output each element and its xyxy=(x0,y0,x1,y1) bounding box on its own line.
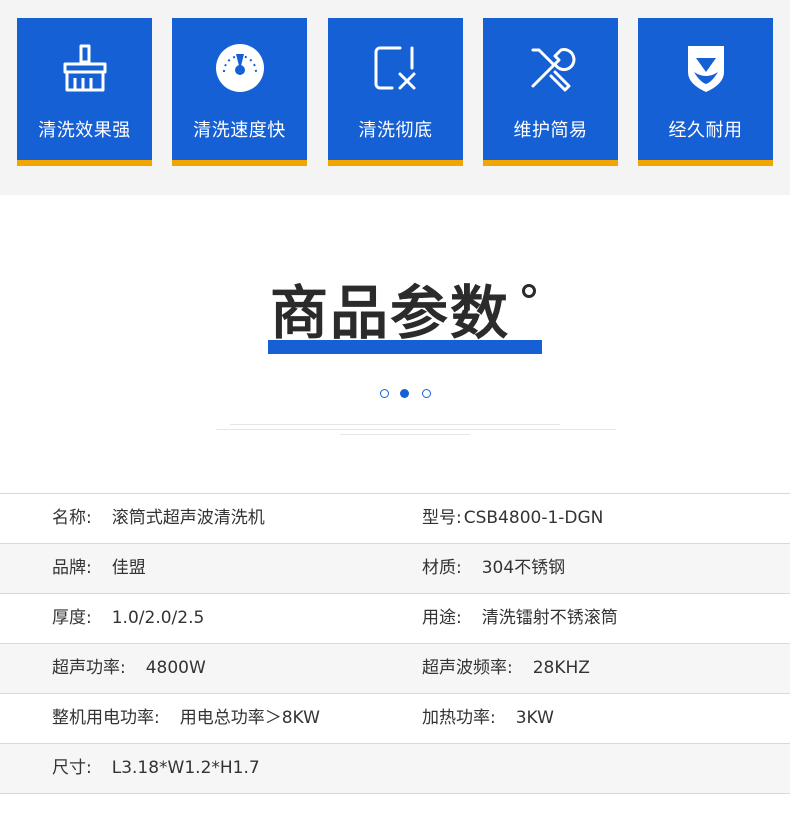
spec-cell: 名称: 滚筒式超声波清洗机 xyxy=(52,494,265,543)
table-row: 超声功率: 4800W 超声波频率: 28KHZ xyxy=(0,644,790,694)
title-ring-decoration xyxy=(522,284,536,298)
decorative-line xyxy=(216,429,616,430)
spec-cell: 用途: 清洗镭射不锈滚筒 xyxy=(422,594,618,643)
spec-value: L3.18*W1.2*H1.7 xyxy=(111,758,260,778)
table-row: 名称: 滚筒式超声波清洗机 型号: CSB4800-1-DGN xyxy=(0,494,790,544)
feature-label: 经久耐用 xyxy=(668,120,743,141)
clean-box-x-icon xyxy=(370,42,422,94)
feature-label: 清洗彻底 xyxy=(358,120,433,141)
spec-cell: 加热功率: 3KW xyxy=(422,694,554,743)
spec-key: 整机用电功率: xyxy=(52,708,160,728)
shield-icon xyxy=(680,42,732,94)
spec-cell: 品牌: 佳盟 xyxy=(52,544,146,593)
spec-key: 材质: xyxy=(422,558,462,578)
spec-cell: 超声功率: 4800W xyxy=(52,644,206,693)
spec-value: 用电总功率＞8KW xyxy=(179,708,320,728)
table-row: 整机用电功率: 用电总功率＞8KW 加热功率: 3KW xyxy=(0,694,790,744)
spec-cell: 材质: 304不锈钢 xyxy=(422,544,565,593)
feature-label: 维护简易 xyxy=(513,120,588,141)
feature-tile-thorough-cleaning: 清洗彻底 xyxy=(328,18,463,166)
feature-label: 清洗效果强 xyxy=(38,120,131,141)
spec-key: 型号: xyxy=(422,508,462,528)
spec-value: 3KW xyxy=(515,708,554,728)
spec-value: 佳盟 xyxy=(111,558,146,578)
decorative-line xyxy=(340,434,470,435)
feature-tile-easy-maintenance: 维护简易 xyxy=(483,18,618,166)
feature-tile-cleaning-speed: 清洗速度快 xyxy=(172,18,307,166)
spec-value: 4800W xyxy=(145,658,206,678)
table-row: 品牌: 佳盟 材质: 304不锈钢 xyxy=(0,544,790,594)
spec-key: 名称: xyxy=(52,508,92,528)
specs-table: 名称: 滚筒式超声波清洗机 型号: CSB4800-1-DGN 品牌: 佳盟 材质: 3… xyxy=(0,493,790,794)
spec-key: 加热功率: xyxy=(422,708,496,728)
decorative-line xyxy=(230,424,560,425)
spec-value: 1.0/2.0/2.5 xyxy=(111,608,205,628)
spec-cell: 型号: CSB4800-1-DGN xyxy=(422,494,603,543)
spec-cell: 超声波频率: 28KHZ xyxy=(422,644,590,693)
spec-cell: 厚度: 1.0/2.0/2.5 xyxy=(52,594,204,643)
spec-key: 超声功率: xyxy=(52,658,126,678)
spec-value: CSB4800-1-DGN xyxy=(463,508,604,528)
spec-value: 28KHZ xyxy=(532,658,590,678)
section-title: 商品参数 xyxy=(270,279,511,347)
feature-tile-durable: 经久耐用 xyxy=(638,18,773,166)
feature-label: 清洗速度快 xyxy=(193,120,286,141)
table-row: 厚度: 1.0/2.0/2.5 用途: 清洗镭射不锈滚筒 xyxy=(0,594,790,644)
spec-key: 尺寸: xyxy=(52,758,92,778)
table-row: 尺寸: L3.18*W1.2*H1.7 xyxy=(0,744,790,794)
spec-cell: 尺寸: L3.18*W1.2*H1.7 xyxy=(52,744,260,793)
pager-dot xyxy=(422,389,431,398)
feature-tile-cleaning-power: 清洗效果强 xyxy=(17,18,152,166)
spec-value: 滚筒式超声波清洗机 xyxy=(111,508,265,528)
wrench-screwdriver-icon xyxy=(525,42,577,94)
spec-key: 超声波频率: xyxy=(422,658,513,678)
pager-dot xyxy=(380,389,389,398)
spec-cell: 整机用电功率: 用电总功率＞8KW xyxy=(52,694,320,743)
spec-value: 清洗镭射不锈滚筒 xyxy=(481,608,618,628)
spec-key: 用途: xyxy=(422,608,462,628)
spec-key: 品牌: xyxy=(52,558,92,578)
pager-dot-active xyxy=(400,389,409,398)
speedometer-icon xyxy=(214,42,266,94)
spec-value: 304不锈钢 xyxy=(481,558,566,578)
broom-icon xyxy=(59,42,111,94)
spec-key: 厚度: xyxy=(52,608,92,628)
